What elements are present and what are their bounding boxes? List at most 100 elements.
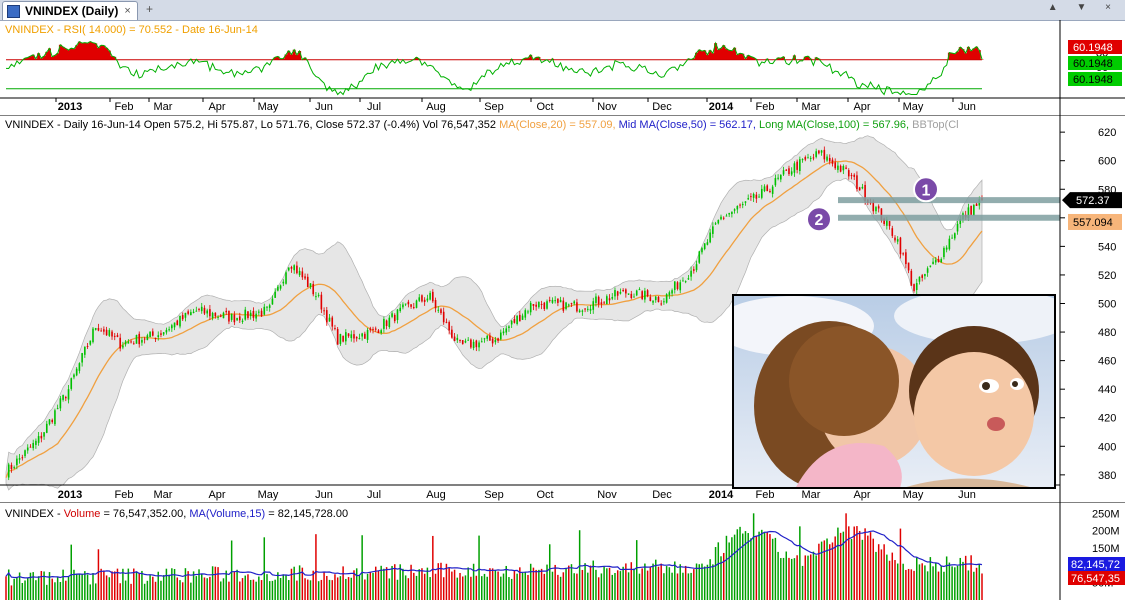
- volume-bar: [320, 579, 323, 600]
- candle-body: [51, 419, 54, 423]
- price-tick-label: 460: [1098, 356, 1116, 368]
- volume-bar: [937, 571, 940, 600]
- candle-body: [336, 328, 339, 345]
- candle-body: [306, 276, 309, 288]
- volume-bar: [858, 530, 861, 600]
- candle-body: [519, 314, 521, 322]
- price-tick-label: 540: [1098, 241, 1116, 253]
- candle-body: [739, 204, 741, 206]
- volume-bar: [924, 565, 926, 600]
- volume-bar: [298, 565, 301, 600]
- volume-bar: [413, 572, 415, 600]
- volume-bar: [508, 577, 510, 600]
- close-price-badge-label: 572.37: [1076, 195, 1110, 207]
- candle-body: [940, 259, 943, 263]
- rsi-month-label: Mar: [802, 101, 821, 113]
- candle-body: [467, 339, 469, 341]
- candle-body: [894, 237, 896, 241]
- volume-bar: [21, 583, 24, 600]
- volume-panel[interactable]: VNINDEX - Volume = 76,547,352.00, MA(Vol…: [0, 502, 1125, 600]
- volume-bar: [793, 558, 796, 600]
- volume-bar: [179, 580, 181, 600]
- volume-bar: [415, 575, 418, 600]
- volume-bar: [162, 575, 165, 600]
- rsi-month-label: Aug: [426, 101, 446, 113]
- candle-body: [622, 290, 624, 292]
- volume-bar: [40, 570, 43, 600]
- candle-body: [815, 151, 817, 157]
- candle-body: [905, 252, 907, 265]
- window-controls[interactable]: ▲ ▼ ×: [1048, 2, 1119, 13]
- candle-body: [372, 328, 374, 330]
- volume-bar: [426, 567, 429, 600]
- candle-body: [921, 275, 924, 278]
- volume-bar: [154, 581, 157, 600]
- candle-body: [331, 317, 334, 327]
- candle-body: [59, 398, 62, 409]
- volume-bar: [475, 575, 478, 600]
- candle-body: [499, 332, 502, 340]
- close-tab-icon[interactable]: ×: [124, 5, 130, 17]
- candle-body: [888, 221, 891, 227]
- candle-body: [13, 467, 15, 469]
- candle-body: [660, 303, 663, 305]
- candle-body: [317, 294, 320, 296]
- candle-body: [442, 311, 445, 323]
- volume-bar: [516, 573, 518, 600]
- candle-body: [657, 296, 660, 303]
- candle-body: [37, 436, 40, 443]
- volume-bar: [562, 572, 565, 600]
- volume-bar: [540, 568, 543, 600]
- volume-bar: [456, 577, 459, 600]
- candle-body: [616, 291, 619, 296]
- price-month-label: Dec: [652, 489, 672, 501]
- volume-bar: [981, 573, 983, 600]
- candle-body: [627, 293, 630, 295]
- volume-bar: [293, 566, 295, 600]
- price-month-label: Jun: [315, 489, 333, 501]
- candle-body: [562, 300, 565, 311]
- price-tick-label: 380: [1098, 470, 1116, 482]
- candle-body: [513, 318, 516, 323]
- volume-bar: [168, 574, 170, 600]
- price-month-label: Nov: [597, 489, 617, 501]
- volume-bar: [214, 566, 217, 600]
- volume-bar: [258, 576, 260, 600]
- volume-bar: [260, 580, 263, 600]
- add-tab-icon[interactable]: +: [146, 2, 153, 16]
- rsi-panel[interactable]: VNINDEX - RSI( 14.000) = 70.552 - Date 1…: [0, 20, 1125, 115]
- price-month-label: May: [258, 489, 279, 501]
- volume-bar: [481, 576, 483, 600]
- volume-bar: [239, 581, 241, 600]
- volume-bar: [317, 581, 320, 600]
- volume-header-part: Volume: [64, 508, 101, 520]
- volume-bar: [24, 580, 26, 600]
- volume-header-part: VNINDEX -: [5, 508, 64, 520]
- candle-body: [554, 300, 556, 302]
- volume-bar: [421, 568, 423, 600]
- candle-body: [369, 328, 372, 331]
- candle-body: [366, 329, 369, 340]
- volume-bar: [111, 571, 113, 600]
- volume-bar: [350, 577, 353, 600]
- candle-body: [383, 318, 385, 329]
- volume-bar: [334, 574, 336, 600]
- chart-tab[interactable]: VNINDEX (Daily) ×: [2, 1, 138, 20]
- volume-bar: [442, 577, 445, 600]
- rsi-month-label: Sep: [484, 101, 504, 113]
- volume-bar: [921, 563, 923, 600]
- candle-body: [456, 337, 459, 341]
- volume-bar: [940, 565, 942, 600]
- volume-bar: [978, 564, 981, 600]
- candle-body: [676, 282, 679, 290]
- volume-bar: [89, 584, 92, 600]
- volume-bar: [703, 566, 706, 600]
- volume-bar: [777, 551, 779, 600]
- volume-bar: [190, 582, 192, 600]
- candle-body: [570, 303, 573, 305]
- candle-body: [293, 265, 295, 271]
- candle-body: [247, 311, 249, 318]
- price-month-label: Jun: [958, 489, 976, 501]
- volume-bar: [285, 575, 287, 600]
- candle-body: [100, 330, 102, 332]
